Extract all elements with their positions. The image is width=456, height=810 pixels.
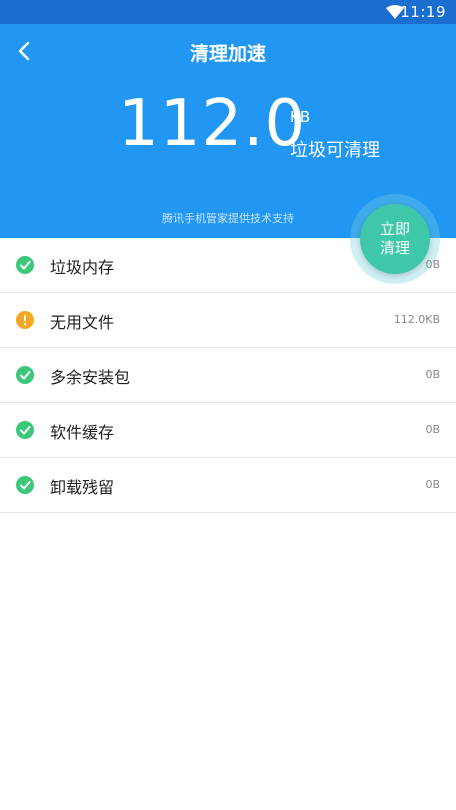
list-item-app-cache[interactable]: 软件缓存 0B: [0, 403, 456, 458]
list-item-label: 软件缓存: [50, 423, 115, 442]
list-item-size: 0B: [425, 258, 440, 271]
list-item-size: 0B: [425, 478, 440, 491]
list-item-uninstall-residue[interactable]: 卸载残留 0B: [0, 458, 456, 513]
check-icon: [16, 421, 34, 439]
check-icon: [16, 476, 34, 494]
list-item-useless-files[interactable]: 无用文件 112.0KB: [0, 293, 456, 348]
junk-caption: 垃圾可清理: [290, 140, 380, 161]
list-item-label: 多余安装包: [50, 368, 131, 387]
list-item-label: 无用文件: [50, 313, 115, 332]
check-icon: [16, 256, 34, 274]
list-item-label: 卸载残留: [50, 478, 115, 497]
junk-amount: 112.0: [118, 87, 307, 161]
status-time: 11:19: [400, 3, 446, 21]
list-item-junk-memory[interactable]: 垃圾内存 0B: [0, 238, 456, 293]
list-item-extra-packages[interactable]: 多余安装包 0B: [0, 348, 456, 403]
warning-icon: [16, 311, 34, 329]
page-title: 清理加速: [189, 43, 266, 65]
status-bar: 11:19: [0, 0, 456, 24]
list-item-size: 0B: [425, 423, 440, 436]
list-item-size: 0B: [425, 368, 440, 381]
list-item-label: 垃圾内存: [50, 258, 115, 277]
check-icon: [16, 366, 34, 384]
clean-button-line1: 立即: [379, 220, 410, 238]
junk-unit: KB: [290, 108, 311, 126]
scan-result-list: 垃圾内存 0B 无用文件 112.0KB 多余安装包 0B 软件缓存 0B 卸载…: [0, 238, 456, 513]
list-item-size: 112.0KB: [393, 313, 440, 326]
